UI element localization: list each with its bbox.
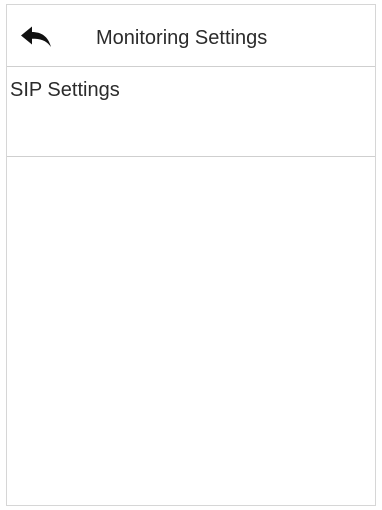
back-arrow-icon[interactable] [19, 25, 53, 49]
header-bar: Monitoring Settings [7, 5, 375, 67]
page-title: Monitoring Settings [96, 27, 268, 49]
settings-list: SIP Settings [7, 67, 375, 157]
list-item-label: SIP Settings [10, 79, 120, 101]
monitoring-settings-screen: Monitoring Settings SIP Settings [6, 4, 376, 506]
list-item-sip-settings[interactable]: SIP Settings [7, 67, 375, 157]
